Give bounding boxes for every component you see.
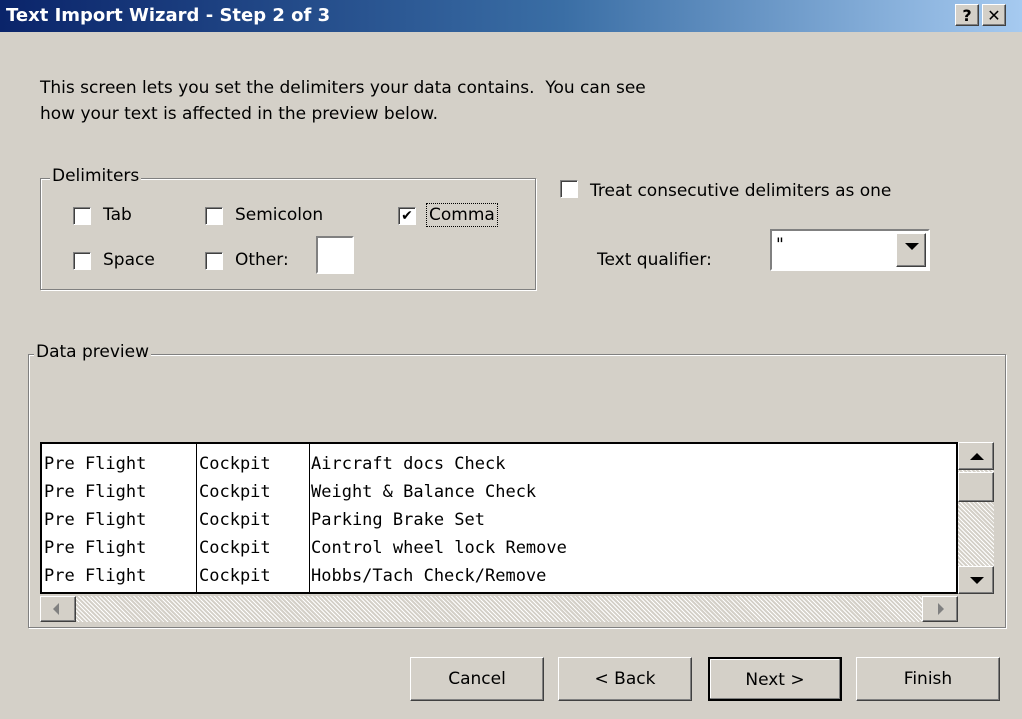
arrow-down-icon: [970, 577, 984, 584]
scroll-right-button[interactable]: [922, 596, 958, 622]
scroll-down-button[interactable]: [958, 566, 994, 594]
tab-checkbox[interactable]: [73, 207, 91, 225]
close-icon: ✕: [987, 6, 1001, 25]
help-button[interactable]: ?: [955, 4, 979, 26]
text-qualifier-value: ": [776, 235, 784, 255]
horizontal-scrollbar[interactable]: [40, 596, 958, 622]
data-preview-grid: Pre Flight Cockpit Aircraft docs Check Pre …: [40, 442, 958, 594]
preview-cell: Control wheel lock Remove: [311, 538, 567, 558]
preview-cell: Pre Flight: [44, 566, 147, 586]
text-qualifier-select[interactable]: ": [770, 229, 930, 271]
window-title: Text Import Wizard - Step 2 of 3: [6, 5, 331, 26]
space-checkbox[interactable]: [73, 252, 91, 270]
semicolon-checkbox[interactable]: [205, 207, 223, 225]
arrow-left-icon: [53, 603, 59, 615]
preview-cell: Pre Flight: [44, 538, 147, 558]
next-button[interactable]: Next >: [708, 657, 842, 701]
finish-button[interactable]: Finish: [856, 657, 1000, 701]
preview-cell: Parking Brake Set: [311, 510, 485, 530]
intro-line-1: This screen lets you set the delimiters …: [40, 78, 646, 98]
cancel-button[interactable]: Cancel: [410, 657, 544, 701]
checkmark-icon: ✔: [401, 208, 413, 224]
text-qualifier-label: Text qualifier:: [597, 250, 712, 270]
preview-cell: Weight & Balance Check: [311, 482, 537, 502]
intro-line-2: how your text is affected in the preview…: [40, 104, 439, 124]
chevron-down-icon: [905, 243, 919, 250]
comma-label[interactable]: Comma: [426, 203, 498, 227]
consecutive-delimiters-checkbox[interactable]: [560, 180, 578, 198]
delimiters-group: [40, 178, 536, 290]
preview-cell: Cockpit: [199, 454, 271, 474]
intro-text: This screen lets you set the delimiters …: [40, 75, 800, 127]
preview-cell: Hobbs/Tach Check/Remove: [311, 566, 547, 586]
consecutive-delimiters-label[interactable]: Treat consecutive delimiters as one: [590, 181, 891, 201]
help-icon: ?: [962, 6, 972, 25]
preview-cell: Pre Flight: [44, 454, 147, 474]
data-preview-label: Data preview: [34, 342, 152, 362]
preview-cell: Cockpit: [199, 538, 271, 558]
back-button[interactable]: < Back: [558, 657, 692, 701]
other-label[interactable]: Other:: [235, 250, 289, 270]
preview-cell: Pre Flight: [44, 510, 147, 530]
preview-cell: Cockpit: [199, 566, 271, 586]
preview-cell: Aircraft docs Check: [311, 454, 506, 474]
dropdown-button[interactable]: [896, 233, 926, 267]
semicolon-label[interactable]: Semicolon: [235, 205, 323, 225]
arrow-up-icon: [970, 453, 984, 460]
preview-cell: Cockpit: [199, 510, 271, 530]
scroll-up-button[interactable]: [958, 442, 994, 470]
close-button[interactable]: ✕: [982, 4, 1006, 26]
arrow-right-icon: [938, 603, 944, 615]
preview-cell: Cockpit: [199, 482, 271, 502]
comma-checkbox[interactable]: ✔: [398, 207, 416, 225]
scroll-left-button[interactable]: [40, 596, 76, 622]
vertical-scroll-thumb[interactable]: [958, 472, 994, 502]
title-bar: Text Import Wizard - Step 2 of 3 ? ✕: [0, 0, 1022, 32]
vertical-scrollbar[interactable]: [958, 442, 994, 594]
other-checkbox[interactable]: [205, 252, 223, 270]
delimiters-group-label: Delimiters: [50, 166, 142, 186]
space-label[interactable]: Space: [103, 250, 155, 270]
tab-label[interactable]: Tab: [103, 205, 132, 225]
preview-cell: Pre Flight: [44, 482, 147, 502]
other-delimiter-input[interactable]: [316, 236, 354, 274]
